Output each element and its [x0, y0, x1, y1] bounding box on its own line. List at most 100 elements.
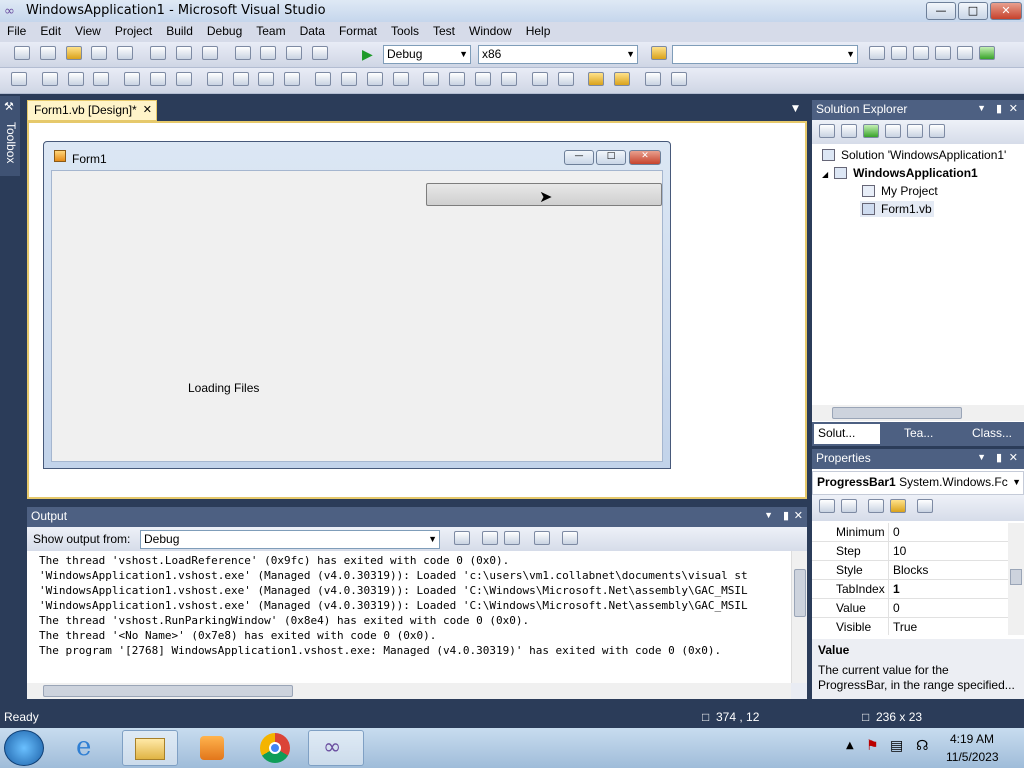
menu-format[interactable]: Format	[332, 22, 384, 38]
lock-controls-icon[interactable]	[670, 72, 687, 86]
next-message-icon[interactable]	[504, 531, 520, 545]
categorized-icon[interactable]	[819, 499, 835, 513]
menu-file[interactable]: File	[0, 22, 33, 38]
output-source-dropdown[interactable]: Debug ▼	[140, 530, 440, 549]
menu-view[interactable]: View	[68, 22, 108, 38]
make-same-height-icon[interactable]	[258, 72, 275, 86]
solution-horizontal-scrollbar[interactable]	[812, 405, 1024, 421]
alphabetical-icon[interactable]	[841, 499, 857, 513]
tree-item-my-project[interactable]: My Project	[862, 184, 938, 198]
prop-row-value[interactable]: Value 0	[812, 599, 1008, 618]
send-to-back-icon[interactable]	[614, 72, 631, 86]
bring-to-front-icon[interactable]	[588, 72, 605, 86]
horizontal-spacing-remove-icon[interactable]	[392, 72, 409, 86]
view-code-icon[interactable]	[885, 124, 901, 138]
align-centers-icon[interactable]	[67, 72, 84, 86]
start-button[interactable]	[4, 730, 44, 766]
menu-debug[interactable]: Debug	[200, 22, 249, 38]
close-button[interactable]: ✕	[990, 2, 1022, 20]
navigate-back-icon[interactable]	[286, 46, 303, 60]
property-pages-icon[interactable]	[917, 499, 933, 513]
align-rights-icon[interactable]	[93, 72, 110, 86]
chevron-down-icon[interactable]: ▼	[792, 104, 799, 114]
events-icon[interactable]	[890, 499, 906, 513]
redo-icon[interactable]	[260, 46, 277, 60]
start-page-icon[interactable]	[979, 46, 995, 60]
vertical-spacing-equal-icon[interactable]	[423, 72, 440, 86]
cut-icon[interactable]	[150, 46, 167, 60]
menu-tools[interactable]: Tools	[384, 22, 426, 38]
prop-value[interactable]: Blocks	[889, 561, 932, 579]
object-browser-icon[interactable]	[913, 46, 929, 60]
make-same-size-icon[interactable]	[284, 72, 301, 86]
menu-test[interactable]: Test	[426, 22, 462, 38]
prop-row-step[interactable]: Step 10	[812, 542, 1008, 561]
scrollbar-thumb[interactable]	[43, 685, 293, 697]
menu-window[interactable]: Window	[462, 22, 519, 38]
minimize-button[interactable]: —	[926, 2, 956, 20]
scrollbar-thumb[interactable]	[832, 407, 962, 419]
properties-icon[interactable]	[819, 124, 835, 138]
prop-value[interactable]: 0	[889, 599, 904, 617]
close-icon[interactable]: ✕	[143, 103, 152, 116]
prop-row-minimum[interactable]: Minimum 0	[812, 523, 1008, 542]
chevron-down-icon[interactable]: ▼	[977, 452, 986, 462]
menu-data[interactable]: Data	[293, 22, 332, 38]
platform-dropdown[interactable]: x86 ▼	[478, 45, 638, 64]
tree-item-solution[interactable]: Solution 'WindowsApplication1'	[822, 148, 1006, 162]
align-to-grid-icon[interactable]	[11, 72, 27, 86]
chevron-down-icon[interactable]: ▼	[977, 103, 986, 113]
horizontal-spacing-increase-icon[interactable]	[340, 72, 357, 86]
prop-row-style[interactable]: Style Blocks	[812, 561, 1008, 580]
align-tops-icon[interactable]	[124, 72, 141, 86]
show-all-files-icon[interactable]	[841, 124, 857, 138]
menu-team[interactable]: Team	[249, 22, 292, 38]
align-middles-icon[interactable]	[150, 72, 167, 86]
menu-project[interactable]: Project	[108, 22, 159, 38]
menu-edit[interactable]: Edit	[33, 22, 68, 38]
prop-value[interactable]: 10	[889, 542, 910, 560]
prop-row-visible[interactable]: Visible True	[812, 618, 1008, 635]
network-icon[interactable]: ▤	[890, 738, 903, 754]
close-icon[interactable]: ✕	[1009, 451, 1018, 464]
properties-icon[interactable]	[891, 46, 907, 60]
visual-studio-icon[interactable]: ∞	[308, 730, 364, 766]
tree-item-project[interactable]: ◢ WindowsApplication1	[822, 166, 978, 180]
loading-files-label[interactable]: Loading Files	[188, 381, 259, 395]
form-client-area[interactable]: Loading Files	[51, 170, 663, 462]
solution-explorer-icon[interactable]	[869, 46, 885, 60]
chevron-down-icon[interactable]: ▼	[764, 510, 773, 520]
make-same-width-icon[interactable]	[206, 72, 223, 86]
view-designer-icon[interactable]	[907, 124, 923, 138]
tab-solution-explorer[interactable]: Solut...	[814, 424, 880, 444]
vertical-spacing-increase-icon[interactable]	[449, 72, 466, 86]
pin-icon[interactable]: ▮	[783, 509, 789, 522]
tab-form1-design[interactable]: Form1.vb [Design]* ✕	[27, 100, 157, 121]
form-window[interactable]: Form1 — □ ✕ Loading Files	[43, 141, 671, 469]
align-lefts-icon[interactable]	[41, 72, 58, 86]
center-horizontally-icon[interactable]	[531, 72, 548, 86]
prev-message-icon[interactable]	[482, 531, 498, 545]
output-text-area[interactable]: The thread 'vshost.LoadReference' (0x9fc…	[27, 551, 791, 683]
properties-scrollbar[interactable]	[1008, 523, 1024, 635]
menu-build[interactable]: Build	[159, 22, 200, 38]
horizontal-spacing-equal-icon[interactable]	[315, 72, 332, 86]
chrome-icon[interactable]	[246, 730, 302, 766]
size-to-grid-icon[interactable]	[232, 72, 249, 86]
media-player-icon[interactable]	[184, 730, 240, 766]
save-icon[interactable]	[91, 46, 108, 60]
collapse-arrow-icon[interactable]: ◢	[822, 170, 828, 179]
start-debugging-icon[interactable]: ▶	[362, 47, 373, 63]
find-message-icon[interactable]	[454, 531, 470, 545]
pin-icon[interactable]: ▮	[996, 102, 1002, 115]
menu-help[interactable]: Help	[519, 22, 558, 38]
pin-icon[interactable]: ▮	[996, 451, 1002, 464]
clear-all-icon[interactable]	[534, 531, 550, 545]
properties-view-icon[interactable]	[868, 499, 884, 513]
tree-item-form1[interactable]: Form1.vb	[860, 201, 934, 217]
tab-order-icon[interactable]	[645, 72, 662, 86]
prop-value[interactable]: 0	[889, 523, 904, 541]
refresh-icon[interactable]	[863, 124, 879, 138]
add-item-icon[interactable]	[39, 46, 56, 60]
extension-manager-icon[interactable]	[957, 46, 973, 60]
